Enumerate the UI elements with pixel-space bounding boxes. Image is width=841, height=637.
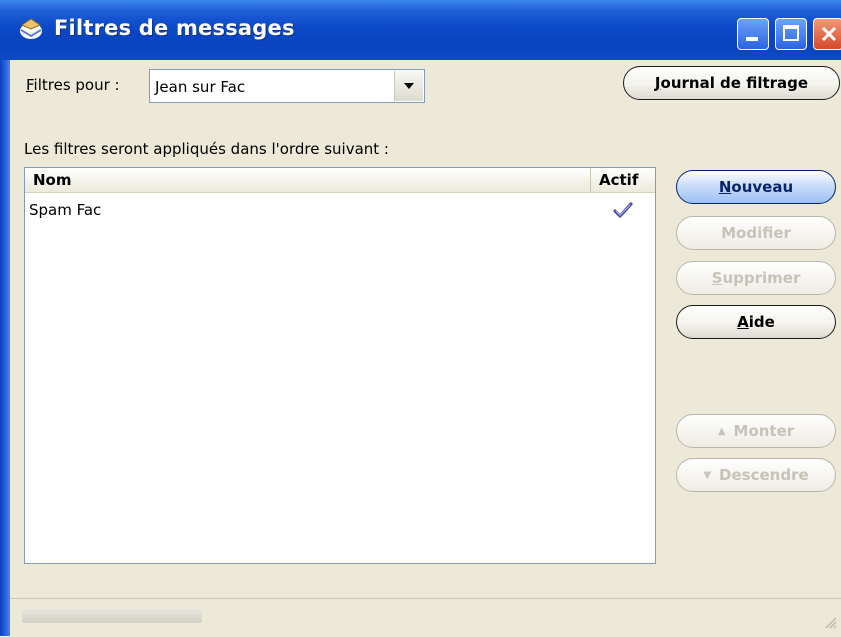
minimize-icon: [746, 37, 758, 41]
filter-dialog-window: Filtres de messages Filtres pour : Jean …: [0, 0, 841, 637]
dropdown-button[interactable]: [394, 71, 423, 101]
status-bar: [10, 598, 841, 637]
close-icon: [818, 23, 840, 49]
edit-filter-button[interactable]: Modifier: [676, 216, 836, 250]
checkmark-icon[interactable]: [613, 201, 633, 219]
window-title: Filtres de messages: [54, 16, 295, 40]
close-button[interactable]: [813, 18, 841, 50]
column-header-name[interactable]: Nom: [25, 168, 591, 192]
account-select[interactable]: Jean sur Fac: [149, 69, 425, 103]
order-label: Les filtres seront appliqués dans l'ordr…: [24, 140, 389, 158]
arrow-up-icon: ▲: [717, 425, 726, 437]
chevron-down-icon: [404, 83, 414, 89]
filter-list[interactable]: Nom Actif Spam Fac: [24, 167, 656, 564]
list-item[interactable]: Spam Fac: [25, 201, 655, 223]
maximize-icon: [783, 25, 799, 41]
arrow-down-icon: ▼: [703, 469, 712, 481]
new-filter-button[interactable]: Nouveau: [676, 170, 836, 204]
minimize-button[interactable]: [737, 18, 769, 50]
delete-filter-button[interactable]: Supprimer: [676, 261, 836, 295]
account-select-value: Jean sur Fac: [155, 78, 246, 96]
window-frame-left: [0, 60, 10, 636]
filters-for-label: Filtres pour :: [26, 76, 120, 94]
move-down-button[interactable]: ▼ Descendre: [676, 458, 836, 492]
progress-bar: [22, 609, 202, 623]
resize-grip-icon[interactable]: [821, 613, 837, 629]
help-button[interactable]: Aide: [676, 305, 836, 339]
maximize-button[interactable]: [775, 18, 807, 50]
thunderbird-icon: [18, 16, 44, 42]
move-up-button[interactable]: ▲ Monter: [676, 414, 836, 448]
filter-name: Spam Fac: [29, 201, 102, 219]
column-header-active[interactable]: Actif: [591, 168, 655, 192]
filter-log-button[interactable]: Journal de filtrage: [623, 66, 840, 100]
title-bar[interactable]: Filtres de messages: [0, 0, 841, 60]
list-header: Nom Actif: [25, 168, 655, 193]
